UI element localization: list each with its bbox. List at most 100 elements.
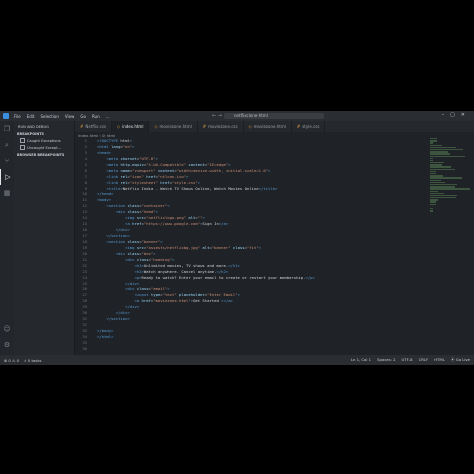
code-text: </head> (97, 191, 114, 197)
tab-moviezone-html-2[interactable]: ◇ moviezone.html (244, 121, 292, 132)
minimap[interactable] (430, 138, 470, 212)
code-text: <img src="netflixlogo.png" alt=""> (125, 215, 205, 221)
problems-indicator[interactable]: ⊗ 0 ⚠ 0 (4, 358, 19, 363)
code-text: <link rel="stylesheet" href="style.css"> (106, 179, 201, 185)
code-text: <meta charset="UTF-8"> (106, 155, 158, 161)
html-file-icon: ◇ (154, 124, 158, 129)
code-text: <h1>Unlimited movies, TV shows and more.… (134, 262, 240, 268)
menu-run[interactable]: Run (92, 114, 100, 119)
tab-label: moviezone.html (159, 124, 192, 129)
code-text: <img src="assests/netflixbg.jpg" alt="ba… (125, 244, 262, 250)
tab-index-html[interactable]: ◇ index.html (112, 121, 150, 132)
tab-label: moviezone.html (253, 124, 286, 129)
menu-selection[interactable]: Selection (40, 114, 58, 119)
go-live-button[interactable]: ⦿ Go Live (451, 357, 470, 363)
minimap-line (430, 175, 443, 177)
gear-icon[interactable]: ⚙ (0, 337, 14, 353)
minimap-line (430, 194, 458, 197)
minimap-line (430, 166, 451, 168)
minimap-line (430, 168, 456, 171)
code-editor[interactable]: 1 <!DOCTYPE html> 2 <html lang="en"> 3 <head>… (75, 138, 425, 354)
explorer-icon[interactable]: ❐ (0, 121, 14, 137)
line-ending[interactable]: CRLF (419, 357, 429, 363)
code-text: <p>Ready to watch? Enter your email to c… (134, 274, 315, 280)
title-bar: File Edit Selection View Go Run … ← → ne… (0, 111, 474, 121)
cursor-position[interactable]: Ln 1, Col 1 (351, 357, 371, 363)
minimap-line (430, 190, 439, 192)
minimap-line (430, 199, 439, 201)
code-text: <div class="heading"> (125, 256, 175, 262)
menu-go[interactable]: Go (80, 114, 86, 119)
code-text: <head> (97, 149, 112, 155)
css-file-icon: # (202, 124, 207, 129)
browser-breakpoints-header[interactable]: BROWSER BREAKPOINTS (14, 150, 74, 157)
nav-arrows-icon[interactable]: ← → (212, 113, 222, 119)
code-text: </section> (106, 233, 130, 238)
minimap-line (430, 155, 465, 157)
minimap-line (430, 138, 437, 140)
code-text: <!DOCTYPE html> (97, 138, 133, 143)
minimap-line (430, 140, 438, 142)
css-file-icon: # (80, 124, 84, 129)
menu-bar: File Edit Selection View Go Run … (14, 114, 116, 119)
code-text: <section class="banner"> (106, 238, 163, 244)
source-control-icon[interactable]: ⑂ (0, 153, 14, 169)
tab-style-css[interactable]: # style.css (292, 121, 326, 132)
tab-moviezone-css[interactable]: # moviezone.css (198, 121, 244, 132)
code-text: <a href="https://www.google.com">Sign In… (125, 221, 229, 227)
code-line[interactable]: 36 (75, 346, 425, 352)
minimap-line (430, 197, 457, 199)
minimap-line (430, 210, 434, 212)
minimap-line (430, 203, 437, 206)
checkbox-icon[interactable] (20, 145, 25, 150)
account-icon[interactable]: ☺ (0, 321, 14, 337)
code-text: <div class="box"> (115, 250, 156, 256)
tab-label: moviezone.css (208, 124, 238, 129)
breakpoint-uncaught-exceptions[interactable]: Uncaught Except… (14, 143, 74, 150)
tab-moviezone-html[interactable]: ◇ moviezone.html (149, 121, 198, 132)
minimap-line (430, 179, 442, 181)
breakpoints-header[interactable]: BREAKPOINTS (14, 129, 74, 136)
line-number: 36 (82, 345, 87, 351)
minimap-line (430, 159, 433, 162)
menu-edit[interactable]: Edit (27, 114, 35, 119)
encoding[interactable]: UTF-8 (402, 357, 413, 363)
command-center-search[interactable]: netflixclone-html (224, 113, 324, 119)
menu-more[interactable]: … (106, 114, 110, 119)
code-text: <div class="head"> (115, 209, 158, 215)
search-icon[interactable]: ⌕ (0, 137, 14, 153)
breakpoint-label: Uncaught Except… (27, 145, 62, 150)
code-text: </div> (115, 310, 130, 316)
indentation[interactable]: Spaces: 2 (377, 357, 395, 363)
menu-file[interactable]: File (14, 114, 21, 119)
tab-label: style.css (302, 124, 320, 129)
code-text: </section> (106, 316, 130, 322)
minimap-line (430, 188, 470, 190)
status-bar: ⊗ 0 ⚠ 0 ⚡ 0 tasks Ln 1, Col 1 Spaces: 2 … (0, 355, 474, 365)
minimap-line (430, 144, 442, 146)
minimap-line (430, 170, 437, 173)
run-debug-icon[interactable]: ▷ (0, 169, 15, 185)
code-text: <h2>Watch anywhere. Cancel anytime.</h2> (134, 268, 229, 274)
minimap-line (430, 162, 444, 164)
html-file-icon: ◇ (248, 124, 252, 129)
minimap-line (430, 146, 456, 149)
code-text: </html> (97, 333, 114, 339)
code-text: <section class="container"> (106, 203, 170, 209)
extensions-icon[interactable]: ▦ (0, 185, 14, 201)
window-controls[interactable]: –▢✕ (442, 112, 471, 118)
minimap-line (430, 148, 464, 151)
breakpoint-caught-exceptions[interactable]: Caught Exceptions (14, 136, 74, 143)
tasks-indicator[interactable]: ⚡ 0 tasks (24, 358, 41, 363)
menu-view[interactable]: View (65, 114, 75, 119)
code-text: <meta http-equiv="X-UA-Compatible" conte… (106, 161, 231, 167)
minimap-line (430, 173, 437, 175)
language-mode[interactable]: HTML (434, 357, 445, 363)
checkbox-icon[interactable] (20, 138, 25, 143)
minimap-line (430, 142, 433, 144)
sidebar-title: RUN AND DEBUG (18, 125, 49, 129)
minimap-line (430, 181, 445, 184)
tab-netflix-css[interactable]: # Netflix.css (75, 121, 113, 132)
code-text: </div> (125, 280, 140, 286)
minimap-line (430, 186, 456, 188)
